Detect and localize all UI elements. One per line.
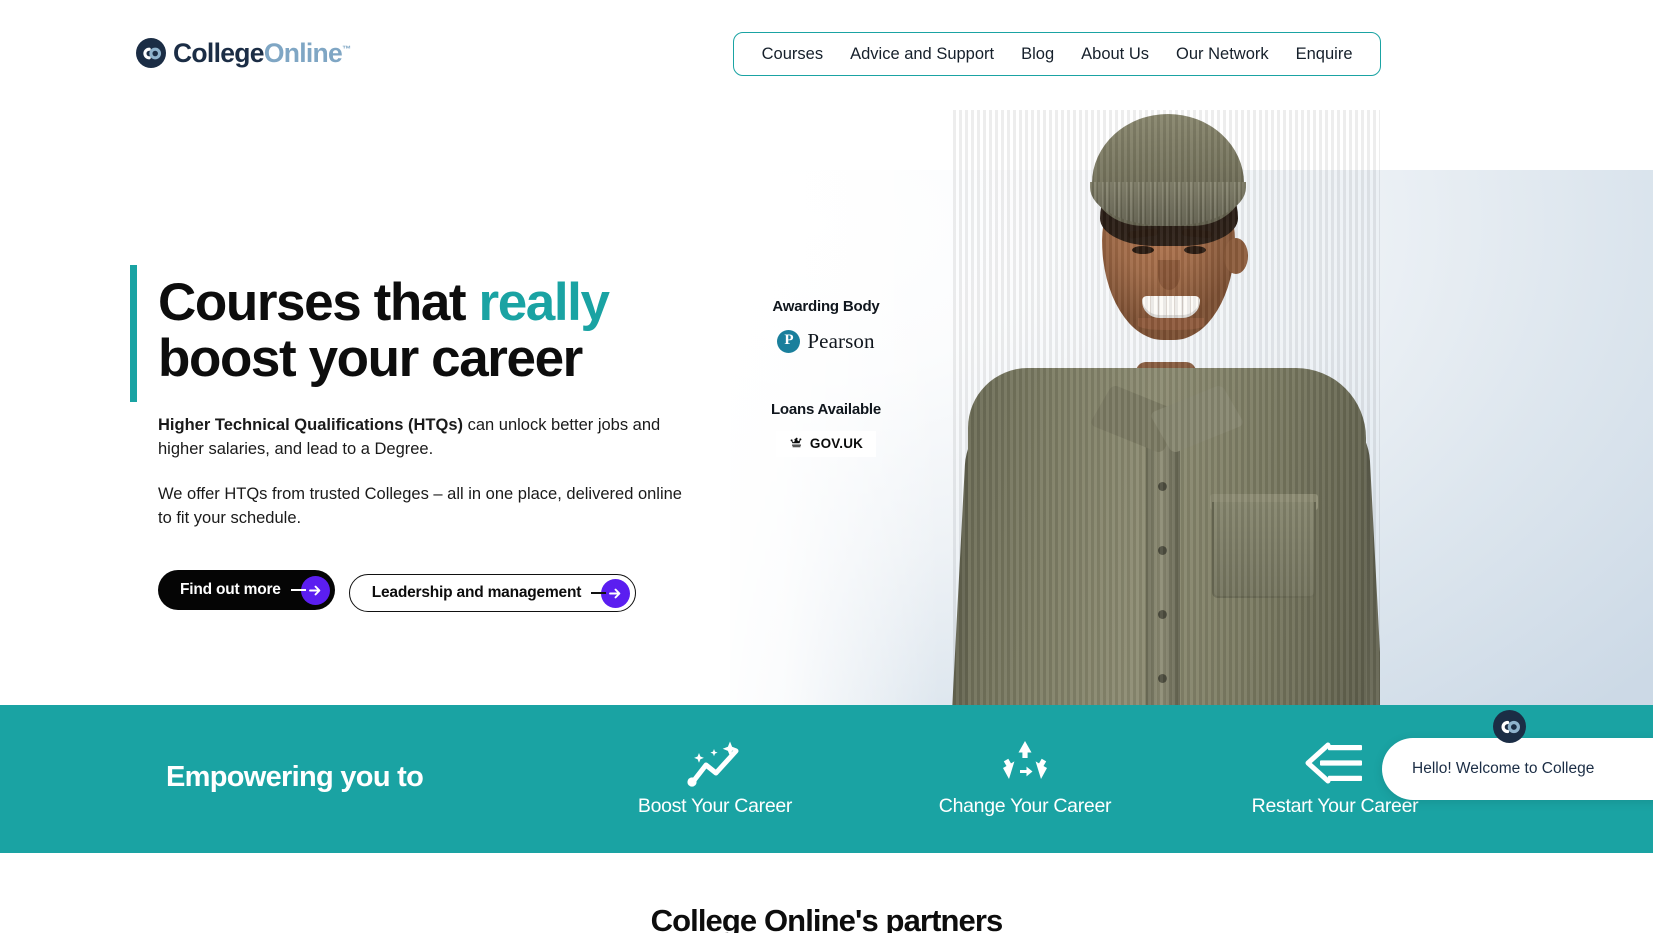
pearson-logo: P Pearson — [736, 329, 916, 354]
empowering-band-items: Boost Your Career Change Your Career Res… — [560, 705, 1490, 853]
recycle-icon — [1000, 740, 1050, 785]
nav-item-about-us[interactable]: About Us — [1068, 46, 1163, 63]
govuk-badge: GOV.UK — [775, 431, 877, 457]
hero-student-photo — [950, 110, 1380, 705]
logo-word-college: College — [173, 37, 265, 68]
partners-title: College Online's partners — [650, 903, 1004, 933]
site-header: CollegeOnline™ Courses Advice and Suppor… — [0, 0, 1653, 110]
site-logo[interactable]: CollegeOnline™ — [136, 37, 351, 68]
band-label-restart-your-career: Restart Your Career — [1251, 794, 1419, 817]
chat-welcome-message: Hello! Welcome to College — [1412, 760, 1595, 777]
chart-sparkle-icon — [686, 741, 744, 787]
crown-icon — [789, 437, 804, 451]
leadership-and-management-label: Leadership and management — [371, 584, 582, 601]
band-item-boost-your-career[interactable]: Boost Your Career — [560, 741, 870, 818]
main-navigation: Courses Advice and Support Blog About Us… — [733, 32, 1381, 76]
hero-copy: Courses that really boost your career Hi… — [158, 273, 698, 530]
loans-available-label: Loans Available — [770, 401, 882, 418]
hero-cta-group: Find out more Leadership and management — [158, 570, 637, 612]
govuk-label: GOV.UK — [809, 436, 864, 452]
hero-title-line2: boost your career — [158, 329, 583, 389]
band-item-change-your-career[interactable]: Change Your Career — [870, 740, 1180, 818]
page-title: Courses that really boost your career — [158, 273, 698, 389]
hero-title-line1-accent: really — [478, 273, 610, 332]
nav-item-enquire[interactable]: Enquire — [1282, 46, 1366, 63]
empowering-band-title: Empowering you to — [166, 761, 424, 793]
band-label-boost-your-career: Boost Your Career — [637, 794, 793, 817]
partners-section: College Online's partners — [0, 853, 1653, 933]
find-out-more-button[interactable]: Find out more — [158, 570, 335, 610]
band-label-change-your-career: Change Your Career — [938, 794, 1112, 817]
hero-title-line1-plain: Courses that — [158, 273, 479, 332]
page-root: Courses that really boost your career Hi… — [0, 0, 1653, 933]
nav-item-blog[interactable]: Blog — [1008, 46, 1068, 63]
logo-wordmark: CollegeOnline™ — [173, 37, 351, 68]
hero-paragraph-1: Higher Technical Qualifications (HTQs) c… — [158, 414, 683, 461]
arrow-right-icon — [290, 575, 330, 605]
pearson-p-icon: P — [777, 330, 801, 353]
logo-trademark: ™ — [342, 43, 351, 54]
leadership-and-management-button[interactable]: Leadership and management — [348, 574, 637, 612]
logo-word-online: Online — [263, 37, 343, 68]
arrow-left-lines-icon — [1304, 741, 1366, 785]
hero-badges: Awarding Body P Pearson Loans Available … — [736, 298, 916, 457]
nav-item-advice-and-support[interactable]: Advice and Support — [837, 46, 1008, 63]
hero-paragraph-2: We offer HTQs from trusted Colleges – al… — [158, 485, 682, 527]
nav-item-our-network[interactable]: Our Network — [1163, 46, 1283, 63]
co-monogram-icon — [136, 38, 166, 68]
hero-paragraph-1-bold: Higher Technical Qualifications (HTQs) — [158, 416, 463, 435]
awarding-body-label: Awarding Body — [772, 298, 880, 315]
find-out-more-label: Find out more — [180, 581, 281, 598]
hero-accent-bar — [130, 265, 137, 402]
nav-item-courses[interactable]: Courses — [748, 46, 836, 63]
pearson-wordmark: Pearson — [807, 329, 875, 353]
chat-avatar[interactable] — [1493, 710, 1526, 743]
chat-widget-bubble[interactable]: Hello! Welcome to College — [1382, 738, 1653, 800]
arrow-right-icon — [591, 578, 631, 608]
